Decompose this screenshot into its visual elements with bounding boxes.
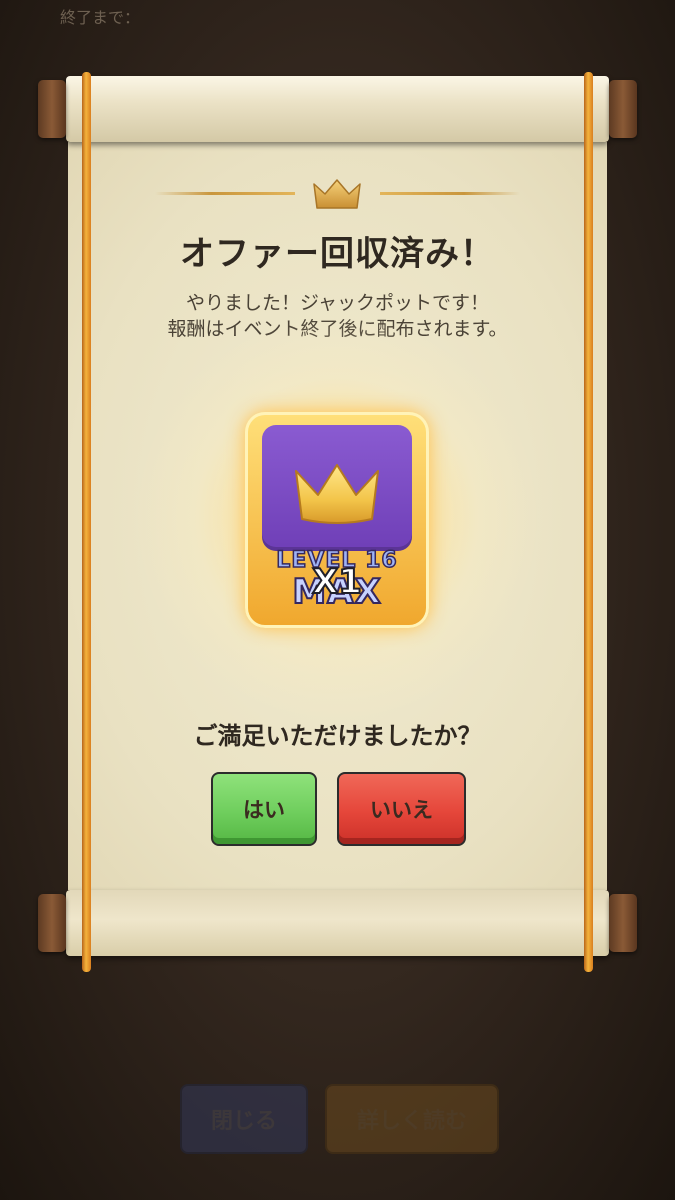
scroll-rod-end-icon bbox=[38, 894, 66, 952]
crown-icon bbox=[295, 464, 379, 524]
scroll-bottom-rod bbox=[66, 890, 609, 956]
reward-quantity: X1 bbox=[311, 561, 363, 603]
scroll-rod-end-icon bbox=[609, 80, 637, 138]
yes-button[interactable]: はい bbox=[211, 772, 317, 846]
offer-collected-dialog: オファー回収済み！ やりました！ジャックポットです！ 報酬はイベント終了後に配布… bbox=[0, 0, 675, 1000]
scroll-rod-end-icon bbox=[38, 80, 66, 138]
reward-card: LEVEL 16 MAX X1 bbox=[245, 412, 429, 628]
description-line-1: やりました！ジャックポットです！ bbox=[185, 292, 490, 314]
scroll-right-border bbox=[584, 72, 593, 972]
satisfaction-question: ご満足いただけましたか？ bbox=[193, 722, 482, 750]
scroll-left-border bbox=[82, 72, 91, 972]
scroll-rod-end-icon bbox=[609, 894, 637, 952]
crown-icon bbox=[313, 179, 361, 209]
dialog-title: オファー回収済み！ bbox=[180, 234, 495, 274]
divider-right bbox=[380, 192, 520, 195]
scroll-top-rod bbox=[66, 76, 609, 142]
close-button[interactable]: 閉じる bbox=[180, 1084, 308, 1154]
divider-left bbox=[155, 192, 295, 195]
no-button[interactable]: いいえ bbox=[337, 772, 466, 846]
reward-card-art bbox=[262, 425, 412, 551]
read-more-button[interactable]: 詳しく読む bbox=[325, 1084, 499, 1154]
